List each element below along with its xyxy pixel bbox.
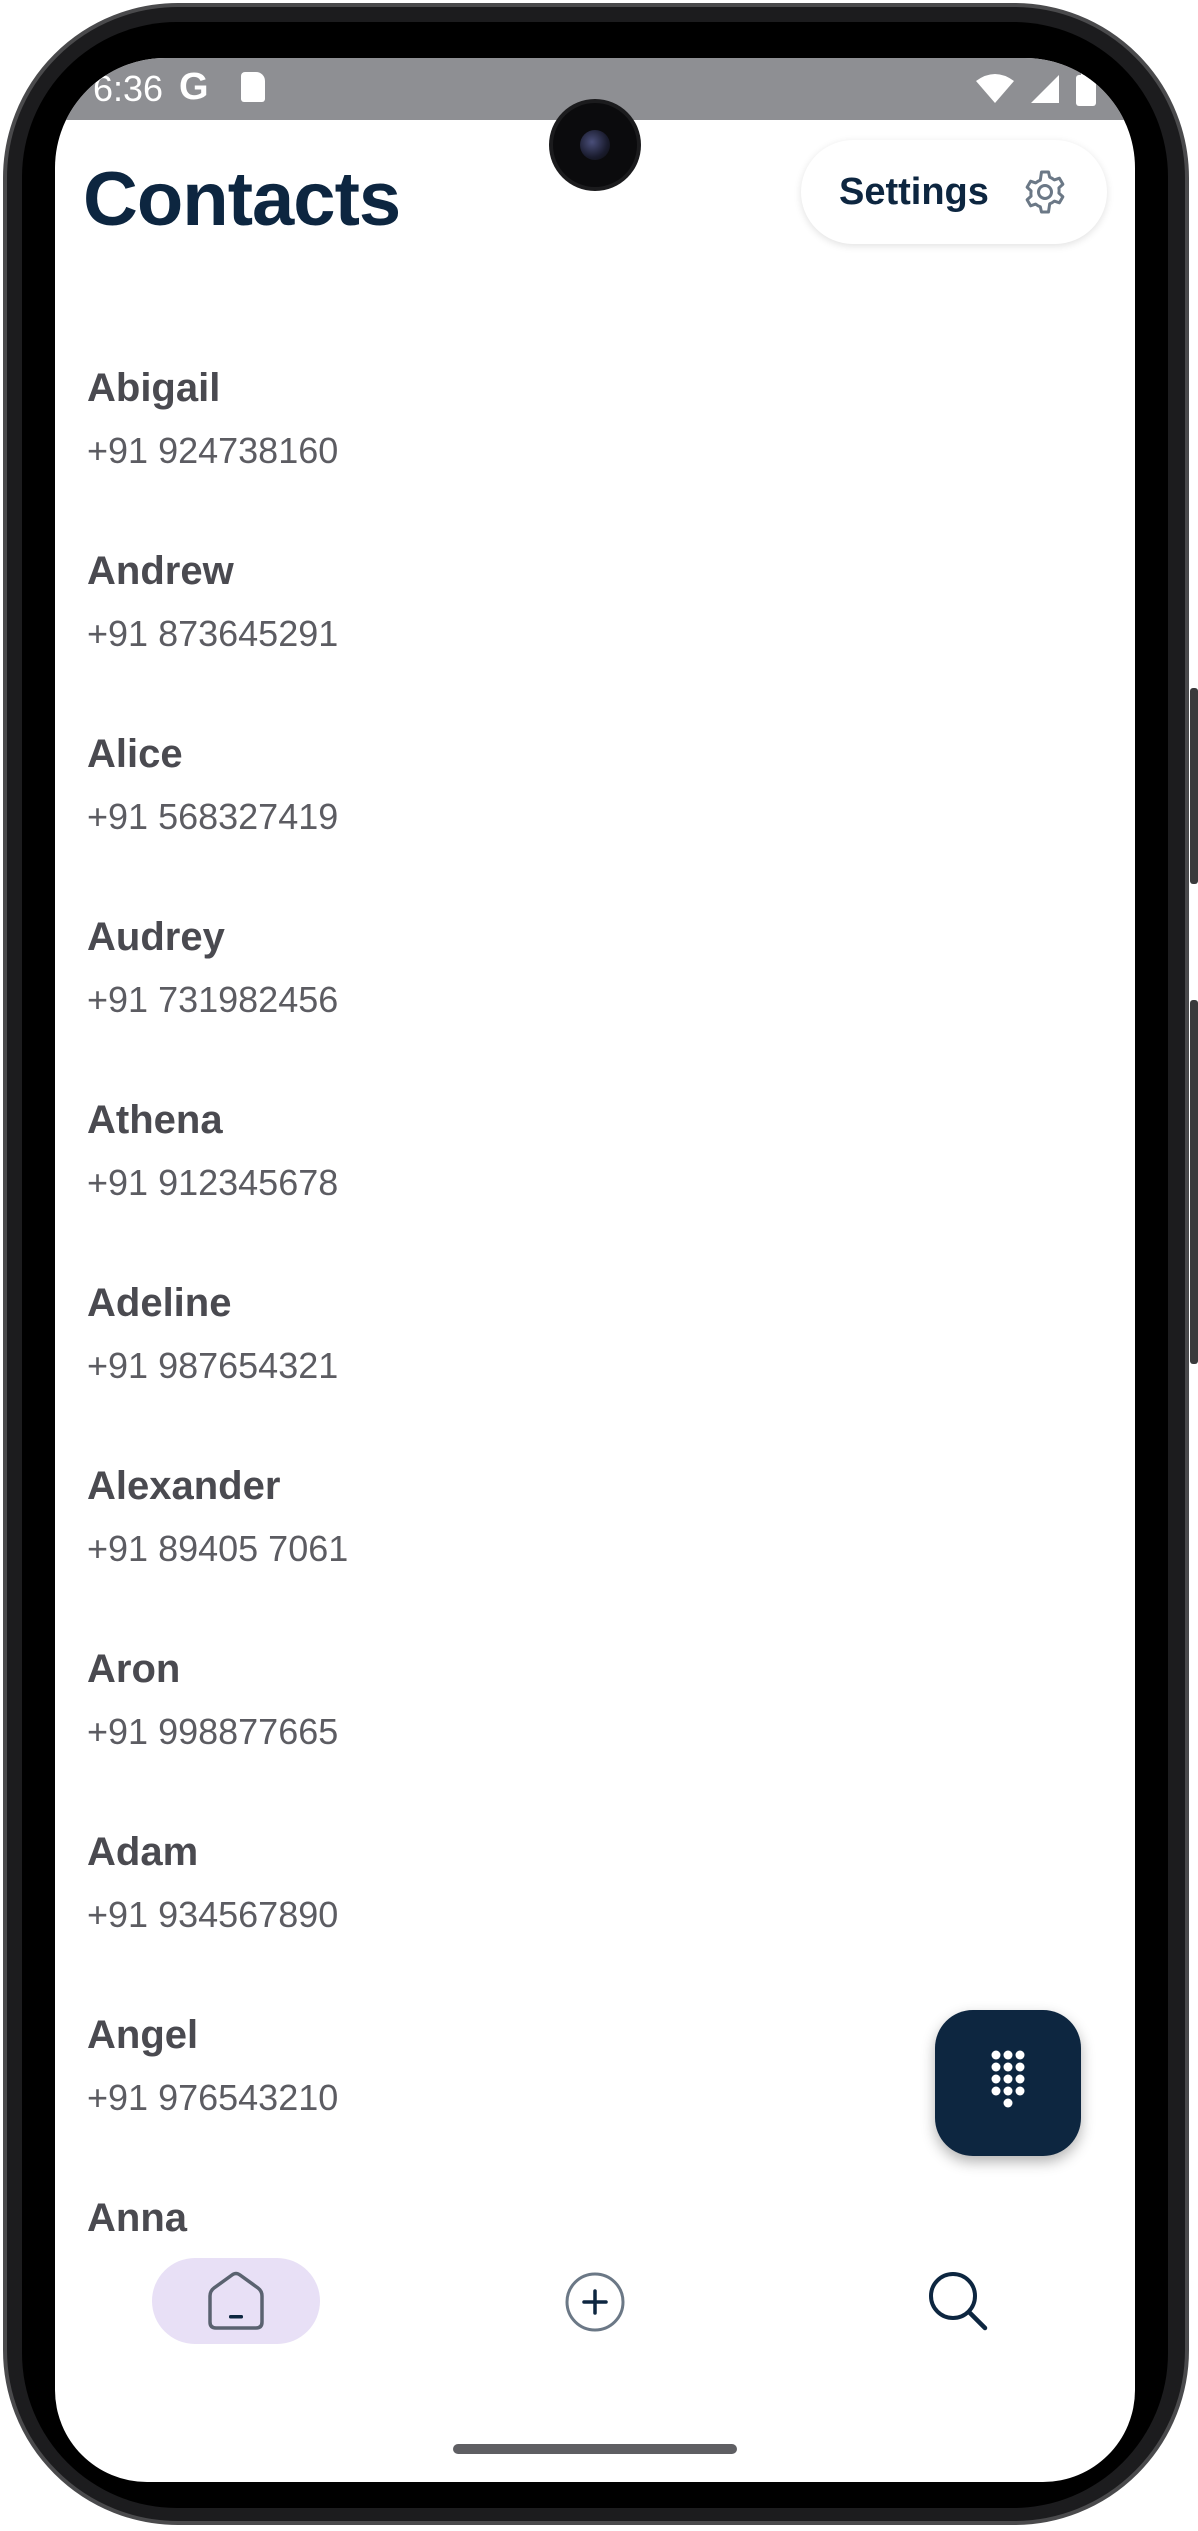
contact-name: Andrew: [87, 549, 234, 593]
contact-phone: +91 89405 7061: [87, 1528, 349, 1569]
contact-phone: +91 976543210: [87, 2077, 339, 2118]
contact-name: Aron: [87, 1647, 181, 1691]
status-icons: [975, 68, 1097, 110]
contact-item[interactable]: Athena +91 912345678: [87, 1098, 987, 1258]
battery-icon: [1076, 72, 1096, 106]
contact-name: Adam: [87, 1830, 199, 1874]
home-icon: [208, 2271, 264, 2330]
contact-item[interactable]: Abigail +91 924738160: [87, 366, 987, 526]
contact-item[interactable]: Andrew +91 873645291: [87, 549, 987, 709]
settings-label: Settings: [839, 170, 989, 213]
front-camera: [553, 103, 637, 187]
contact-name: Adeline: [87, 1281, 232, 1325]
contact-item[interactable]: Alexander +91 89405 7061: [87, 1464, 987, 1624]
screen: 6:36 G Contacts Settings Abigail +91 924…: [55, 58, 1135, 2482]
phone-device: 6:36 G Contacts Settings Abigail +91 924…: [0, 0, 1198, 2531]
power-button: [1190, 1000, 1198, 1364]
gesture-home-indicator[interactable]: [453, 2444, 737, 2454]
contact-name: Alice: [87, 732, 183, 776]
dialpad-icon: [991, 2050, 1025, 2108]
contact-phone: +91 998877665: [87, 1711, 339, 1752]
add-contact-icon[interactable]: [563, 2270, 627, 2334]
contact-item[interactable]: Adeline +91 987654321: [87, 1281, 987, 1441]
contact-name: Audrey: [87, 915, 225, 959]
bottom-navigation: [55, 2238, 1135, 2388]
cellular-signal-icon: [1031, 75, 1059, 103]
contact-item[interactable]: Audrey +91 731982456: [87, 915, 987, 1075]
contact-phone: +91 873645291: [87, 613, 339, 654]
page-title: Contacts: [83, 157, 401, 242]
contact-phone: +91 731982456: [87, 979, 339, 1020]
contact-item[interactable]: Alice +91 568327419: [87, 732, 987, 892]
contact-phone: +91 924738160: [87, 430, 339, 471]
contact-item[interactable]: Angel +91 976543210: [87, 2013, 987, 2173]
search-icon[interactable]: [925, 2268, 991, 2334]
volume-button: [1190, 688, 1198, 884]
contact-name: Abigail: [87, 366, 221, 410]
contact-name: Angel: [87, 2013, 199, 2057]
contact-phone: +91 987654321: [87, 1345, 339, 1386]
contact-name: Athena: [87, 1098, 223, 1142]
gear-icon: [1025, 170, 1065, 214]
contact-item[interactable]: Aron +91 998877665: [87, 1647, 987, 1807]
contact-item[interactable]: Adam +91 934567890: [87, 1830, 987, 1990]
sd-card-icon: [241, 72, 265, 102]
contact-name: Anna: [87, 2196, 187, 2240]
contact-phone: +91 912345678: [87, 1162, 339, 1203]
settings-button[interactable]: Settings: [801, 140, 1107, 244]
wifi-icon: [976, 74, 1014, 103]
nav-home-tab[interactable]: [152, 2258, 320, 2344]
contact-phone: +91 568327419: [87, 796, 339, 837]
status-time: 6:36: [93, 68, 164, 109]
google-icon: G: [179, 66, 209, 108]
contact-phone: +91 934567890: [87, 1894, 339, 1935]
contact-name: Alexander: [87, 1464, 281, 1508]
dialpad-button[interactable]: [935, 2010, 1081, 2156]
